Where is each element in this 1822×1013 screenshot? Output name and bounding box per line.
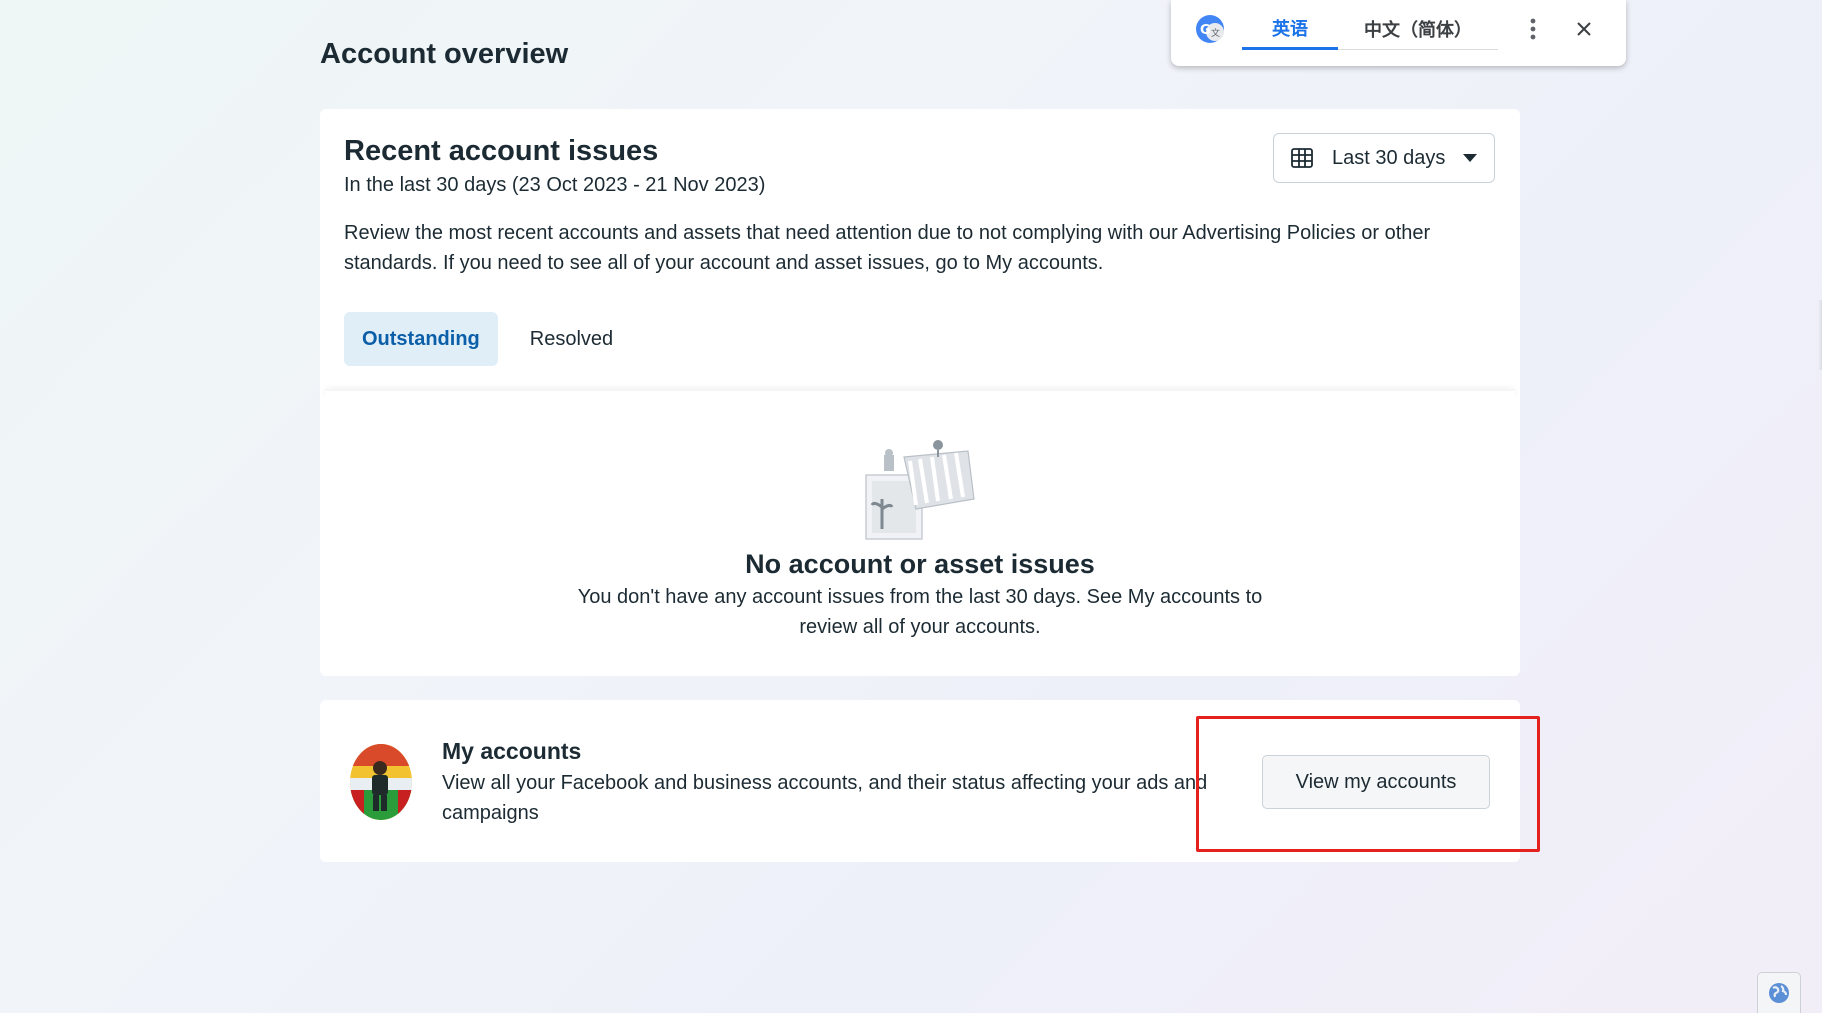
tab-resolved[interactable]: Resolved — [512, 312, 631, 366]
date-range-subtitle: In the last 30 days (23 Oct 2023 - 21 No… — [344, 174, 766, 196]
empty-state-title: No account or asset issues — [745, 549, 1095, 579]
google-translate-icon[interactable]: G 文 — [1195, 14, 1225, 44]
date-range-label: Last 30 days — [1332, 146, 1446, 169]
more-vert-icon[interactable] — [1525, 18, 1541, 42]
translate-tab-english[interactable]: 英语 — [1242, 8, 1338, 50]
issues-description: Review the most recent accounts and asse… — [344, 222, 1431, 274]
calendar-icon — [1290, 146, 1314, 170]
highlight-annotation — [1196, 716, 1540, 852]
divider — [325, 391, 1515, 399]
empty-state-text: You don't have any account issues from t… — [577, 586, 1263, 638]
avatar — [350, 744, 412, 820]
date-range-dropdown[interactable]: Last 30 days — [1273, 133, 1495, 183]
caret-down-icon — [1462, 153, 1478, 163]
globe-icon[interactable] — [1757, 972, 1801, 1013]
close-icon[interactable] — [1573, 18, 1595, 40]
svg-text:文: 文 — [1211, 27, 1220, 39]
my-accounts-title: My accounts — [442, 738, 582, 764]
empty-state-illustration-icon — [860, 437, 980, 547]
tab-outstanding[interactable]: Outstanding — [344, 312, 498, 366]
recent-issues-card: Recent account issues In the last 30 day… — [320, 109, 1520, 676]
page-title: Account overview — [320, 38, 569, 70]
svg-text:G: G — [1200, 23, 1211, 38]
card-title: Recent account issues — [344, 135, 659, 167]
translate-tab-chinese[interactable]: 中文（简体） — [1338, 8, 1498, 50]
scrollbar-edge[interactable] — [1818, 300, 1822, 370]
translate-bar: G 文 英语 中文（简体） — [1171, 0, 1626, 66]
issue-tabs: Outstanding Resolved — [344, 312, 645, 366]
my-accounts-description: View all your Facebook and business acco… — [442, 772, 1208, 824]
